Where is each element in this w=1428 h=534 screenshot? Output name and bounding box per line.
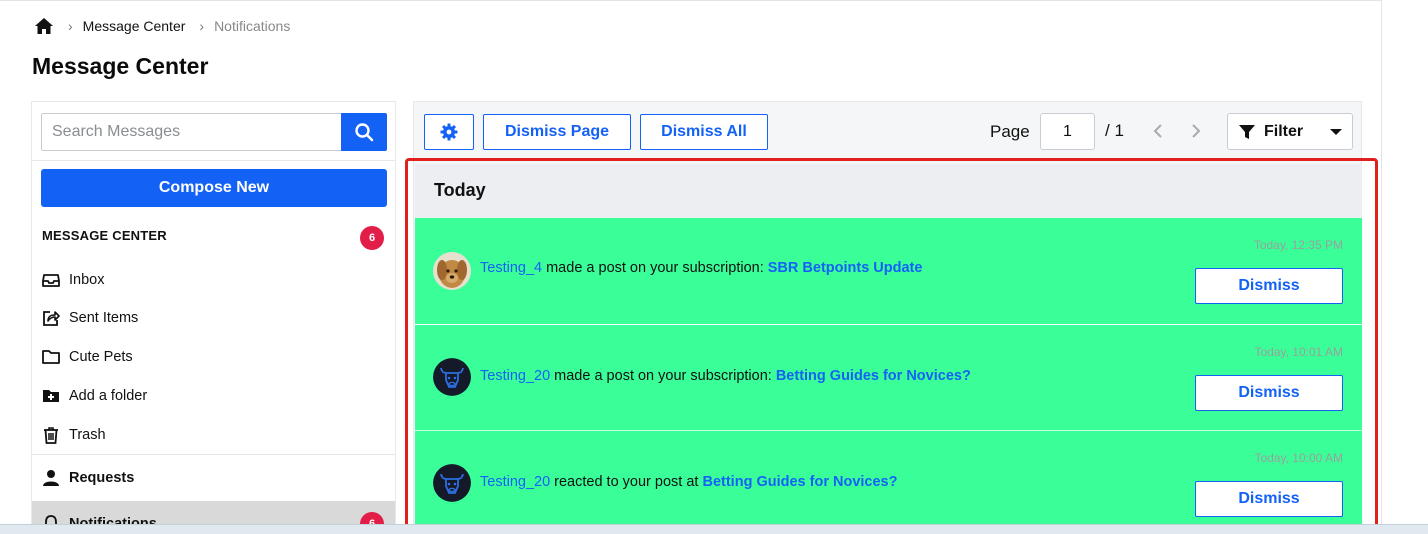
caret-down-icon <box>1330 128 1342 135</box>
dismiss-all-button[interactable]: Dismiss All <box>640 114 768 150</box>
notifications-panel: Dismiss Page Dismiss All Page / 1 Filter… <box>413 101 1362 534</box>
divider <box>32 454 395 455</box>
notification-user-link[interactable]: Testing_20 <box>480 474 550 490</box>
notification-text: Testing_4 made a post on your subscripti… <box>480 260 922 276</box>
dismiss-page-button[interactable]: Dismiss Page <box>483 114 631 150</box>
search-input[interactable] <box>41 113 341 151</box>
sidebar-item-inbox[interactable]: Inbox <box>41 268 104 292</box>
sidebar-item-requests[interactable]: Requests <box>41 466 134 490</box>
share-icon <box>41 308 61 328</box>
sidebar-item-add-folder[interactable]: Add a folder <box>41 384 147 408</box>
sidebar-item-trash[interactable]: Trash <box>41 423 106 447</box>
sidebar-item-label: Add a folder <box>69 388 148 404</box>
unread-count-badge: 6 <box>360 226 384 250</box>
dismiss-button[interactable]: Dismiss <box>1195 481 1343 517</box>
sidebar: Compose New MESSAGE CENTER 6 Inbox Sent … <box>31 101 396 534</box>
trash-icon <box>41 425 61 445</box>
notification-user-link[interactable]: Testing_20 <box>480 368 550 384</box>
search-icon <box>355 123 374 142</box>
group-header-today: Today <box>415 164 1362 218</box>
filter-icon <box>1239 124 1255 139</box>
chevron-left-icon[interactable] <box>1147 120 1169 142</box>
notification-text: Testing_20 reacted to your post at Betti… <box>480 474 897 490</box>
sidebar-item-label: Inbox <box>69 272 105 288</box>
notification-timestamp: Today, 10:01 AM <box>1254 345 1344 359</box>
dismiss-button[interactable]: Dismiss <box>1195 375 1343 411</box>
notification-text: Testing_20 made a post on your subscript… <box>480 368 971 384</box>
sidebar-item-label: Requests <box>69 470 135 486</box>
settings-button[interactable] <box>424 114 474 150</box>
gear-icon <box>440 123 458 141</box>
breadcrumb-message-center[interactable]: Message Center <box>83 18 186 34</box>
compose-new-button[interactable]: Compose New <box>41 169 387 207</box>
notification-user-link[interactable]: Testing_4 <box>480 260 542 276</box>
notification-action: made a post on your subscription: <box>550 368 776 384</box>
notification-timestamp: Today, 12:35 PM <box>1253 238 1343 252</box>
notification-topic-link[interactable]: Betting Guides for Novices? <box>702 474 897 490</box>
notification-item: Testing_20 made a post on your subscript… <box>415 325 1362 431</box>
breadcrumb: › Message Center › Notifications <box>34 15 290 37</box>
sidebar-item-label: Cute Pets <box>69 349 133 365</box>
chevron-right-icon: › <box>199 18 205 34</box>
search-button[interactable] <box>341 113 387 151</box>
search-bar <box>41 113 387 151</box>
notification-action: reacted to your post at <box>550 474 703 490</box>
chevron-right-icon[interactable] <box>1185 120 1207 142</box>
sidebar-item-cute-pets[interactable]: Cute Pets <box>41 345 133 369</box>
filter-label: Filter <box>1264 122 1304 140</box>
home-icon[interactable] <box>34 16 54 36</box>
folder-plus-icon <box>41 386 61 406</box>
sidebar-item-label: Trash <box>69 427 106 443</box>
group-title: Today <box>434 180 486 200</box>
page-total: / 1 <box>1105 121 1124 140</box>
breadcrumb-notifications: Notifications <box>214 18 291 34</box>
page-title: Message Center <box>32 53 209 79</box>
bull-avatar[interactable] <box>433 358 471 396</box>
inbox-icon <box>41 270 61 290</box>
message-center-heading: MESSAGE CENTER <box>42 228 167 243</box>
page: › Message Center › Notifications Message… <box>0 0 1382 534</box>
notification-topic-link[interactable]: Betting Guides for Novices? <box>776 368 971 384</box>
filter-dropdown[interactable]: Filter <box>1227 113 1353 150</box>
divider <box>32 160 395 161</box>
page-label: Page <box>990 122 1030 141</box>
sidebar-item-label: Sent Items <box>69 310 139 326</box>
dog-avatar[interactable] <box>433 252 471 290</box>
bull-avatar[interactable] <box>433 464 471 502</box>
sidebar-item-sent-items[interactable]: Sent Items <box>41 306 138 330</box>
notification-topic-link[interactable]: SBR Betpoints Update <box>768 260 923 276</box>
notification-item: Testing_4 made a post on your subscripti… <box>415 218 1362 324</box>
chevron-right-icon: › <box>68 18 73 34</box>
notification-item: Testing_20 reacted to your post at Betti… <box>415 431 1362 534</box>
bottom-edge <box>0 524 1428 534</box>
notification-action: made a post on your subscription: <box>542 260 768 276</box>
user-icon <box>41 468 61 488</box>
folder-icon <box>41 347 61 367</box>
dismiss-button[interactable]: Dismiss <box>1195 268 1343 304</box>
page-number-input[interactable] <box>1040 113 1095 150</box>
notification-timestamp: Today, 10:00 AM <box>1254 451 1344 465</box>
